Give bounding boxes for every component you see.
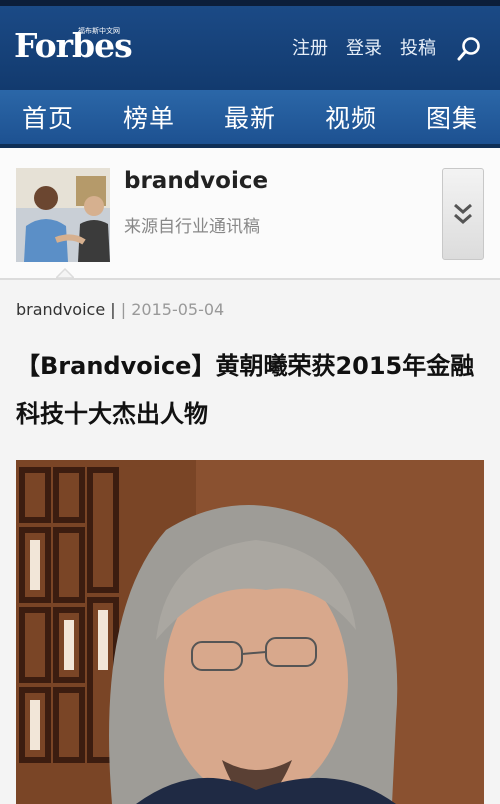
pointer-notch xyxy=(56,268,74,278)
article-photo xyxy=(16,460,484,804)
nav-home[interactable]: 首页 xyxy=(22,99,74,135)
author-name[interactable]: brandvoice xyxy=(124,168,268,194)
search-icon[interactable] xyxy=(456,36,482,62)
nav-latest[interactable]: 最新 xyxy=(224,99,276,135)
author-avatar[interactable] xyxy=(16,168,110,262)
header-links: 注册 登录 投稿 xyxy=(292,34,436,60)
article-meta: brandvoice | | 2015-05-04 xyxy=(16,300,224,319)
author-description: 来源自行业通讯稿 xyxy=(124,217,260,237)
expand-button[interactable] xyxy=(442,168,484,260)
meta-separator: | xyxy=(120,300,127,319)
nav-video[interactable]: 视频 xyxy=(325,99,377,135)
chevron-down-icon xyxy=(454,203,472,224)
nav-gallery[interactable]: 图集 xyxy=(426,99,478,135)
divider xyxy=(0,278,500,280)
login-link[interactable]: 登录 xyxy=(346,34,382,60)
register-link[interactable]: 注册 xyxy=(292,34,328,60)
article-title: 【Brandvoice】黄朝曦荣获2015年金融科技十大杰出人物 xyxy=(16,352,475,428)
site-header: Forbes 福布斯中文网 注册 登录 投稿 xyxy=(0,6,500,90)
main-nav: 首页 榜单 最新 视频 图集 xyxy=(0,90,500,144)
byline[interactable]: brandvoice | xyxy=(16,300,116,319)
submit-link[interactable]: 投稿 xyxy=(400,34,436,60)
article-date: 2015-05-04 xyxy=(131,300,225,319)
logo-subtitle: 福布斯中文网 xyxy=(78,27,120,35)
nav-rankings[interactable]: 榜单 xyxy=(123,99,175,135)
